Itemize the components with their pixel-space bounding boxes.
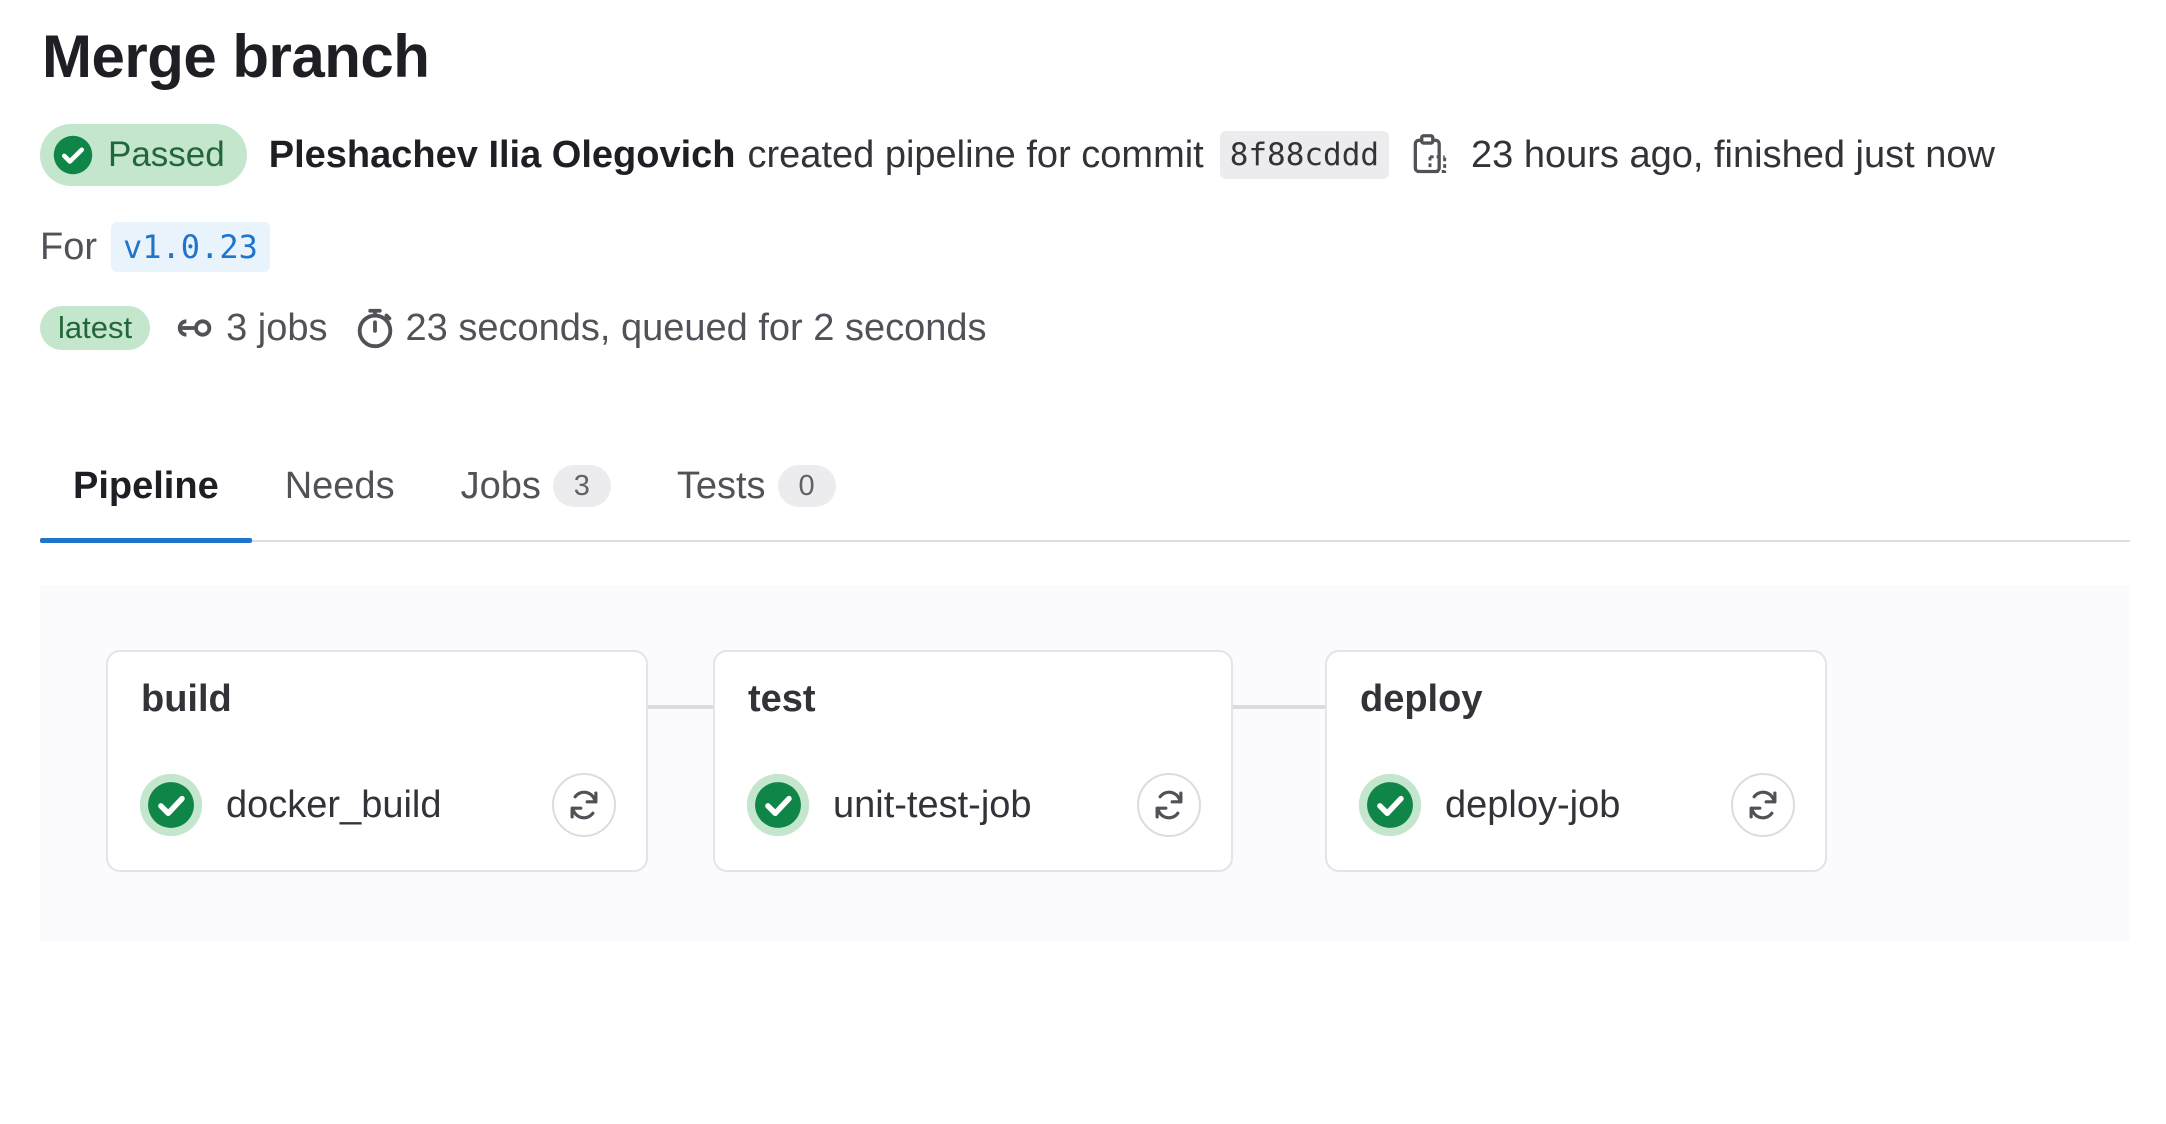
jobs-stat: 3 jobs [172,305,328,351]
action-text: created pipeline for commit [747,133,1204,176]
ref-link[interactable]: v1.0.23 [111,222,270,272]
page-title: Merge branch [42,23,430,90]
tab-count-badge: 3 [552,465,611,507]
check-circle-icon [1358,773,1422,837]
job-name: docker_build [226,783,442,826]
tab-label: Pipeline [73,464,219,507]
pipeline-icon [177,319,212,337]
stage-connector [1233,705,1325,709]
pipeline-meta: Passed Pleshachev Ilia Olegovich created… [40,123,2007,187]
retry-button[interactable] [1137,773,1201,837]
pipeline-graph: build docker_build test unit-test-job de… [40,585,2130,941]
retry-icon [1749,790,1777,820]
jobs-count-text: 3 jobs [226,306,328,349]
job-unit-test[interactable]: unit-test-job [745,770,1201,840]
check-circle-icon [746,773,810,837]
copy-commit-button[interactable] [1407,130,1453,180]
timer-icon [357,308,392,349]
duration-text: 23 seconds, queued for 2 seconds [405,306,987,349]
retry-icon [1155,790,1183,820]
duration-stat: 23 seconds, queued for 2 seconds [352,305,987,351]
retry-icon [570,790,598,820]
timing-text: 23 hours ago, finished just now [1471,133,1995,176]
tab-pipeline[interactable]: Pipeline [40,432,252,543]
job-name: deploy-job [1445,783,1621,826]
job-deploy[interactable]: deploy-job [1357,770,1795,840]
tab-tests[interactable]: Tests 0 [644,432,869,540]
commit-sha-link[interactable]: 8f88cddd [1219,131,1390,179]
stage-deploy: deploy deploy-job [1325,650,1827,872]
pipeline-tabs: Pipeline Needs Jobs 3 Tests 0 [40,432,2130,543]
stage-test: test unit-test-job [713,650,1233,872]
tab-needs[interactable]: Needs [252,432,428,540]
tab-label: Jobs [460,464,541,507]
stage-build: build docker_build [106,650,648,872]
check-circle-icon [139,773,203,837]
check-circle-icon [53,135,93,175]
status-badge[interactable]: Passed [40,124,247,186]
for-label: For [40,225,97,268]
author-name[interactable]: Pleshachev Ilia Olegovich [269,134,736,177]
stage-name: deploy [1360,678,1483,720]
job-name: unit-test-job [833,783,1032,826]
stage-connector [648,705,713,709]
clipboard-icon [1413,134,1447,174]
pipeline-page: Merge branch Passed Pleshachev Ilia Oleg… [0,0,2166,1124]
ref-row: For v1.0.23 [40,222,270,272]
retry-button[interactable] [552,773,616,837]
tab-label: Needs [284,464,395,507]
stage-name: test [748,678,816,720]
status-label: Passed [108,135,225,174]
job-docker-build[interactable]: docker_build [138,770,616,840]
pipeline-stats: latest 3 jobs 23 seconds, queued for 2 s… [40,300,1010,356]
retry-button[interactable] [1731,773,1795,837]
tab-count-badge: 0 [777,465,836,507]
latest-badge: latest [40,306,151,350]
tab-label: Tests [676,464,766,507]
tab-jobs[interactable]: Jobs 3 [428,432,644,540]
stage-name: build [141,678,232,720]
